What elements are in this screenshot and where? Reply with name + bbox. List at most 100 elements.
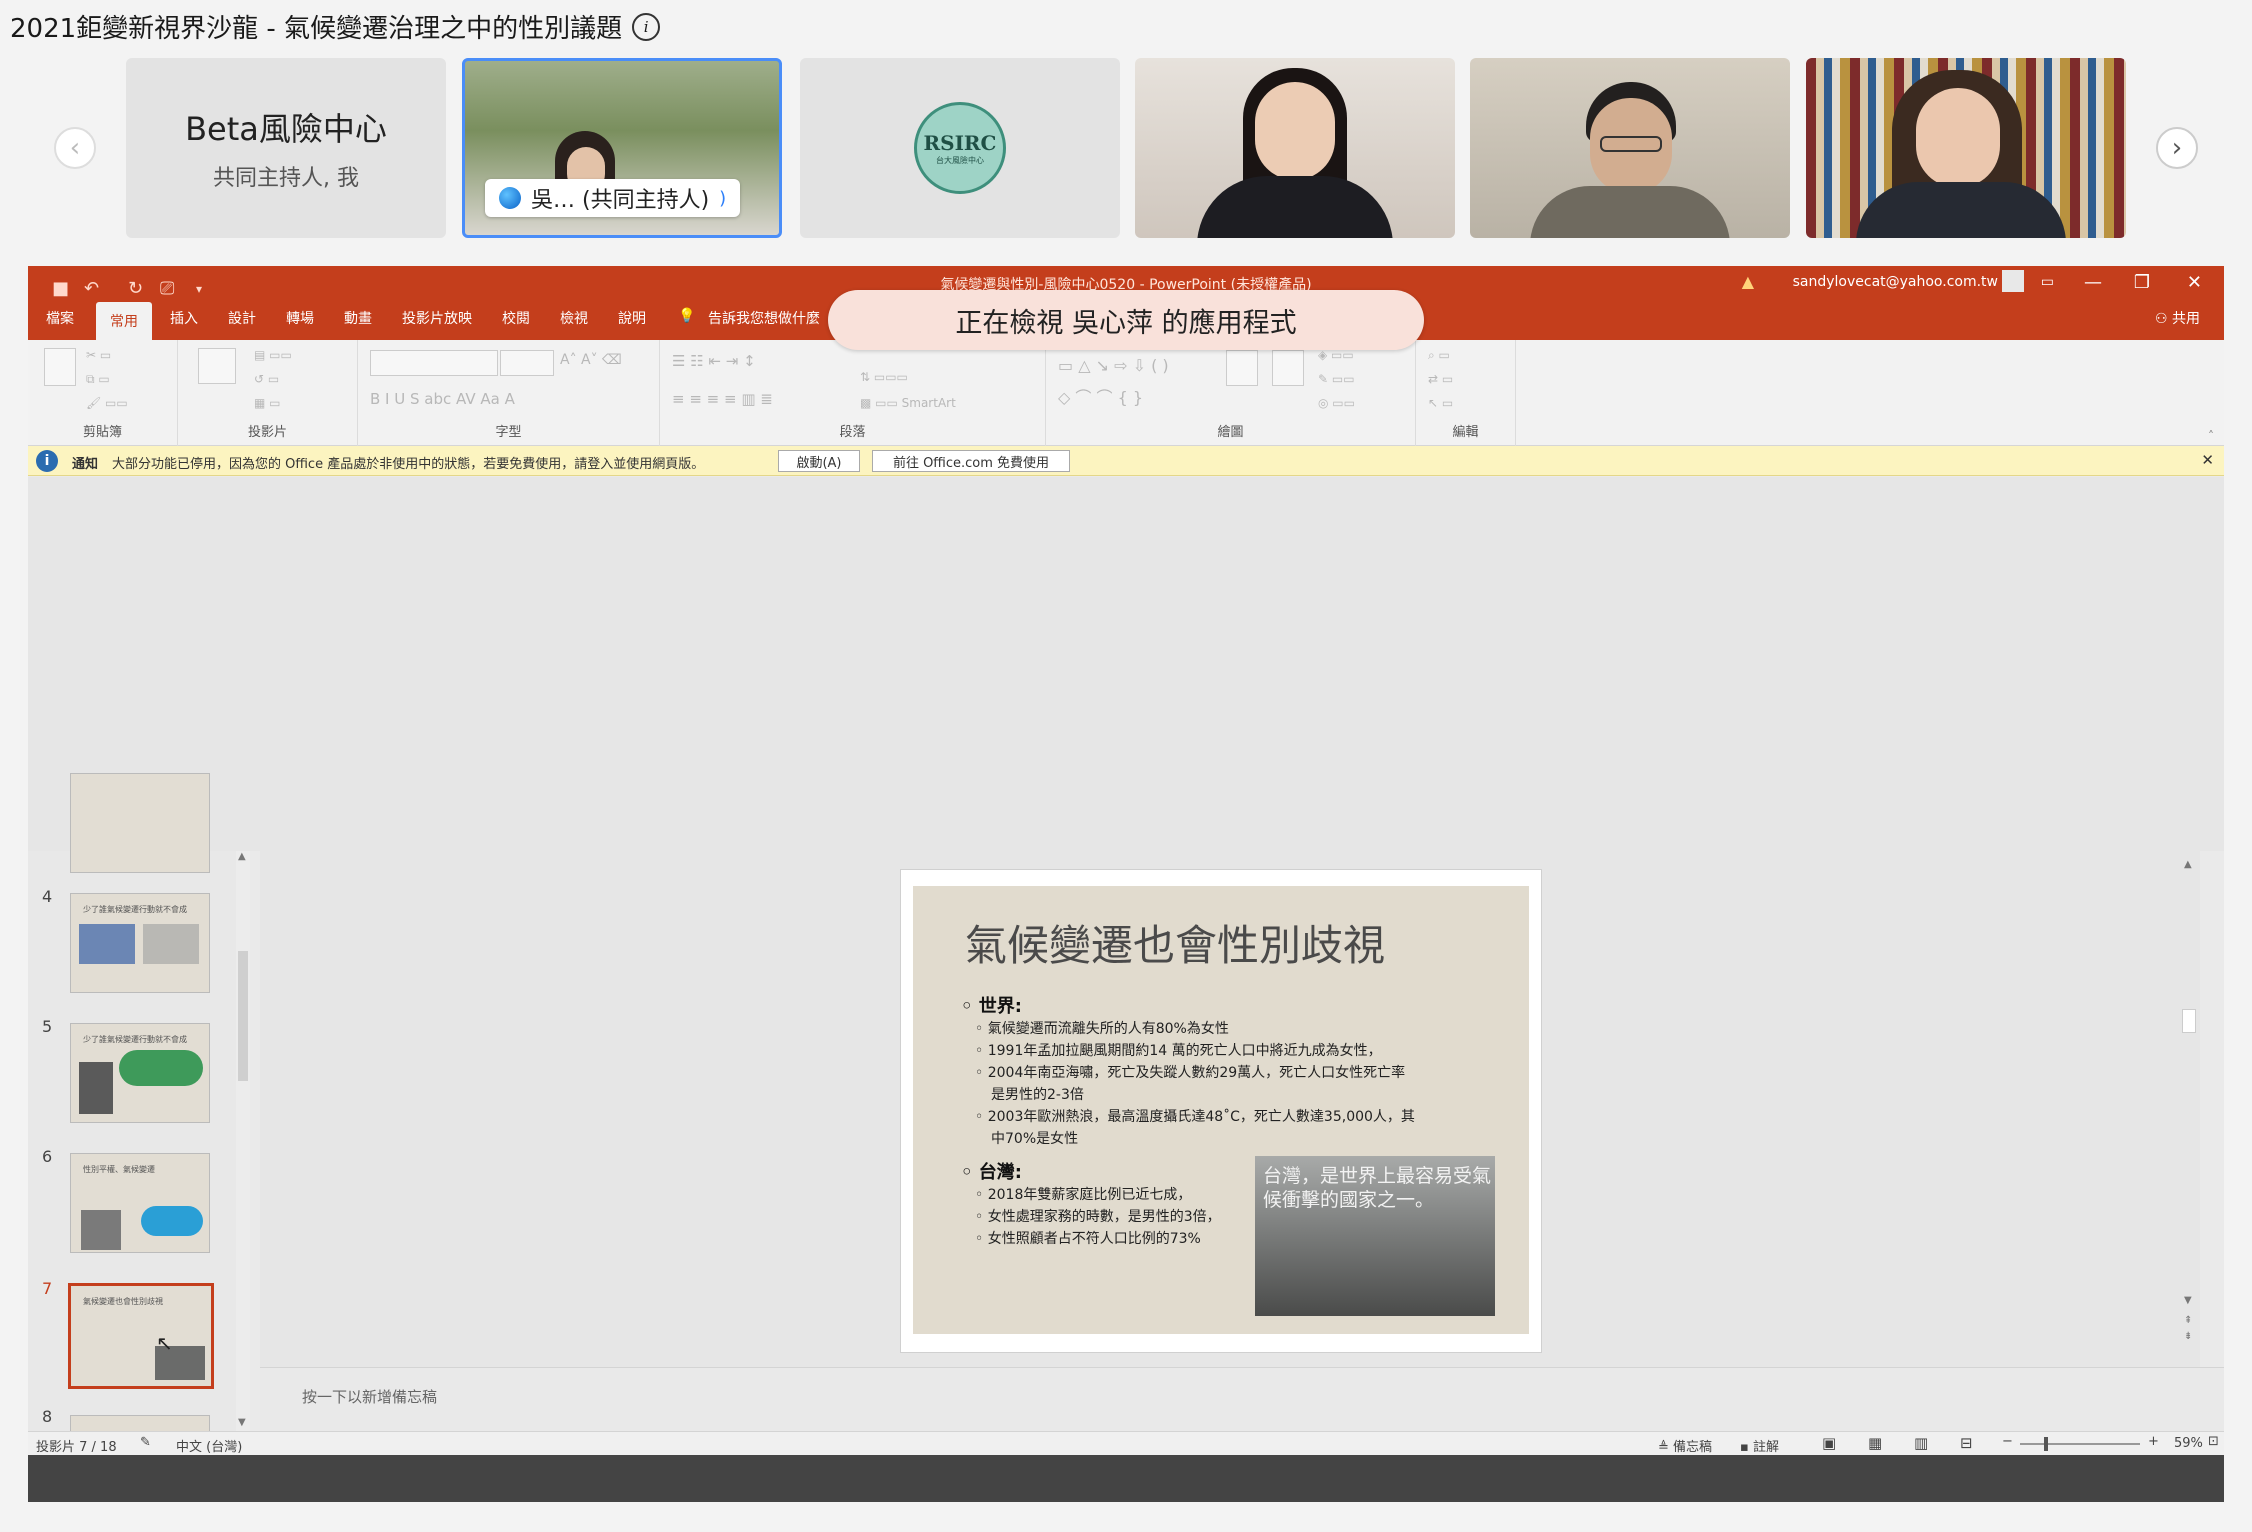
user-avatar[interactable] — [2002, 270, 2024, 292]
person-face — [1255, 82, 1335, 180]
slide-sorter-icon[interactable]: ▦ — [1868, 1434, 1882, 1452]
slide-thumbnail-6[interactable]: 性別平權、氣候變遷 — [70, 1153, 210, 1253]
previous-page-arrow-icon[interactable]: ‹ — [54, 127, 96, 169]
language-indicator[interactable]: 中文 (台灣) — [176, 1436, 242, 1455]
shape-outline-icon[interactable]: ✎ ▭▭ — [1318, 372, 1355, 386]
participant-tile-video-3[interactable] — [1806, 58, 2126, 238]
font-name-box[interactable] — [370, 350, 498, 376]
shape-fill-icon[interactable]: ◈ ▭▭ — [1318, 348, 1354, 362]
tab-home[interactable]: 常用 — [96, 302, 152, 340]
slide-thumbnail-4[interactable]: 少了誰氣候變遷行動就不會成 — [70, 893, 210, 993]
slide-thumbnail-7-selected[interactable]: 氣候變遷也會性別歧視 — [68, 1283, 214, 1389]
zoom-level[interactable]: 59% — [2174, 1436, 2203, 1451]
normal-view-icon[interactable]: ▣ — [1822, 1434, 1836, 1452]
font-grow-icon[interactable]: A˄ A˅ ⌫ — [560, 352, 622, 368]
thumbnail-title: 氣候變遷也會性別歧視 — [83, 1297, 163, 1306]
slideshow-icon[interactable]: ⊟ — [1960, 1434, 1973, 1452]
shapes-gallery-icon[interactable]: ▭ △ ↘ ⇨ ⇩ ( ) — [1058, 356, 1169, 375]
format-painter-icon[interactable]: 🖌 ▭▭ — [86, 396, 128, 410]
activate-button[interactable]: 啟動(A) — [778, 450, 860, 472]
next-page-arrow-icon[interactable]: › — [2156, 127, 2198, 169]
tab-transitions[interactable]: 轉場 — [286, 308, 314, 328]
tab-view[interactable]: 檢視 — [560, 308, 588, 328]
font-size-box[interactable] — [500, 350, 554, 376]
next-slide-icon[interactable]: ⇟ — [2184, 1331, 2192, 1342]
text-direction-icon[interactable]: ⇅ ▭▭▭ — [860, 370, 908, 384]
glasses — [1600, 136, 1662, 152]
slide-canvas[interactable]: 氣候變遷也會性別歧視 ◦ 世界: ◦ 氣候變遷而流離失所的人有80%為女性 ◦ … — [900, 869, 1542, 1353]
user-email[interactable]: sandylovecat@yahoo.com.tw — [1793, 274, 1998, 290]
notes-toggle[interactable]: ≜ 備忘稿 — [1658, 1436, 1712, 1455]
scroll-down-icon[interactable]: ▼ — [2184, 1295, 2192, 1306]
new-slide-icon[interactable] — [198, 348, 236, 384]
slide-number: 8 — [42, 1407, 53, 1426]
slide-thumbnail-5[interactable]: 少了誰氣候變遷行動就不會成 — [70, 1023, 210, 1123]
comments-toggle[interactable]: ▪ 註解 — [1740, 1436, 1779, 1455]
info-icon[interactable]: i — [632, 12, 661, 41]
zoom-out-icon[interactable]: − — [2002, 1434, 2013, 1449]
zoom-slider[interactable] — [2020, 1443, 2140, 1445]
shapes-gallery-row2-icon[interactable]: ◇ ⌒ ⌒ { } — [1058, 384, 1143, 408]
fit-to-window-icon[interactable]: ⊡ — [2208, 1434, 2219, 1449]
slide-thumbnail[interactable] — [70, 773, 210, 873]
scroll-up-icon[interactable]: ▲ — [238, 851, 246, 862]
tab-slideshow[interactable]: 投影片放映 — [402, 308, 472, 328]
paste-icon[interactable] — [44, 348, 76, 386]
spellcheck-icon[interactable]: ✎ — [140, 1435, 151, 1450]
tab-review[interactable]: 校閱 — [502, 308, 530, 328]
zoom-slider-thumb[interactable] — [2044, 1437, 2048, 1451]
previous-slide-icon[interactable]: ⇞ — [2184, 1315, 2192, 1326]
participant-tile-beta[interactable]: Beta風險中心 共同主持人, 我 — [126, 58, 446, 238]
scroll-down-icon[interactable]: ▼ — [238, 1417, 246, 1428]
tab-animations[interactable]: 動畫 — [344, 308, 372, 328]
participant-tile-active-speaker[interactable]: 吳… (共同主持人) ) — [462, 58, 782, 238]
list-icons[interactable]: ☰ ☷ ⇤ ⇥ ↕ — [672, 352, 756, 370]
close-icon[interactable]: ✕ — [2187, 272, 2202, 293]
participant-tile-video-1[interactable] — [1135, 58, 1455, 238]
quick-styles-icon[interactable] — [1272, 350, 1304, 386]
thumbnail-title: 少了誰氣候變遷行動就不會成 — [83, 905, 187, 914]
share-button[interactable]: ⚇ 共用 — [2155, 308, 2200, 328]
restore-icon[interactable]: ❐ — [2134, 272, 2150, 293]
thumbnail-title: 性別平權、氣候變遷 — [83, 1165, 155, 1174]
thumbnail-bubble — [119, 1050, 203, 1086]
ribbon-display-options-icon[interactable]: ▭ — [2041, 274, 2054, 290]
select-icon[interactable]: ↖ ▭ — [1428, 396, 1453, 410]
cut-icon[interactable]: ✂ ▭ — [86, 348, 111, 362]
arrange-icon[interactable] — [1226, 350, 1258, 386]
reading-view-icon[interactable]: ▥ — [1914, 1434, 1928, 1452]
notes-placeholder[interactable]: 按一下以新增備忘稿 — [302, 1386, 437, 1407]
slide-number: 7 — [42, 1279, 53, 1298]
scroll-thumb[interactable] — [2182, 1009, 2196, 1033]
notes-pane[interactable]: 按一下以新增備忘稿 — [260, 1367, 2224, 1431]
layout-icon[interactable]: ▤ ▭▭ — [254, 348, 292, 362]
rsirc-logo: RSIRC 台大風險中心 — [914, 102, 1006, 194]
thumbnail-scrollbar[interactable]: ▲ ▼ — [236, 851, 250, 1431]
scroll-thumb[interactable] — [238, 951, 248, 1081]
participant-tile-rsirc[interactable]: RSIRC 台大風險中心 — [800, 58, 1120, 238]
tell-me-search[interactable]: 告訴我您想做什麼 — [708, 308, 820, 328]
slide-scrollbar[interactable]: ▲ ▼ ⇞ ⇟ — [2182, 859, 2196, 1342]
tab-help[interactable]: 說明 — [618, 308, 646, 328]
tab-design[interactable]: 設計 — [228, 308, 256, 328]
go-to-office-button[interactable]: 前往 Office.com 免費使用 — [872, 450, 1070, 472]
find-icon[interactable]: ⌕ ▭ — [1428, 348, 1450, 363]
minimize-icon[interactable]: — — [2084, 272, 2102, 293]
participant-role: 共同主持人, 我 — [213, 166, 359, 191]
align-icons[interactable]: ≡ ≡ ≡ ≡ ▥ ≣ — [672, 390, 773, 408]
collapse-ribbon-icon[interactable]: ˄ — [2208, 429, 2214, 443]
smartart-icon[interactable]: ▩ ▭▭ SmartArt — [860, 396, 956, 410]
participant-tile-video-2[interactable] — [1470, 58, 1790, 238]
tab-insert[interactable]: 插入 — [170, 308, 198, 328]
close-notice-icon[interactable]: ✕ — [2201, 451, 2214, 469]
ribbon-group-editing: ⌕ ▭ ⇄ ▭ ↖ ▭ 編輯 — [1416, 340, 1516, 446]
section-icon[interactable]: ▦ ▭ — [254, 396, 281, 410]
font-style-icons[interactable]: B I U S abc AV Aa A — [370, 390, 515, 408]
reset-icon[interactable]: ↺ ▭ — [254, 372, 279, 386]
replace-icon[interactable]: ⇄ ▭ — [1428, 372, 1453, 386]
tab-file[interactable]: 檔案 — [46, 308, 74, 328]
zoom-in-icon[interactable]: + — [2148, 1434, 2159, 1449]
copy-icon[interactable]: ⧉ ▭ — [86, 372, 110, 387]
shape-effects-icon[interactable]: ◎ ▭▭ — [1318, 396, 1355, 410]
scroll-up-icon[interactable]: ▲ — [2184, 859, 2192, 870]
